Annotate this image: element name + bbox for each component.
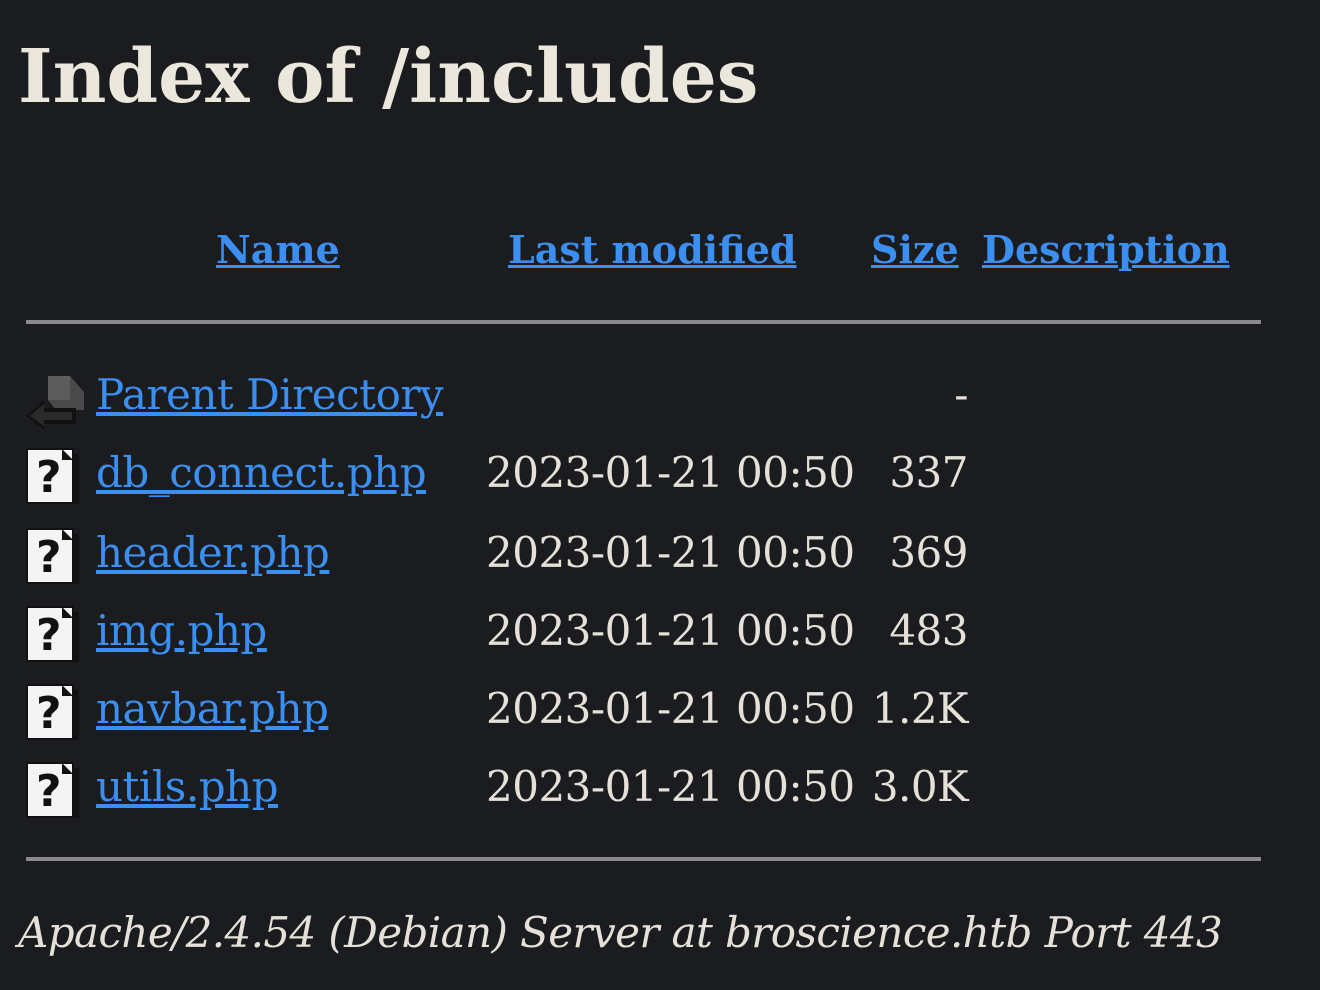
sort-by-description-link[interactable]: Description (982, 222, 1230, 278)
svg-text:?: ? (36, 532, 62, 583)
file-size: - (954, 370, 968, 419)
file-link[interactable]: db_connect.php (96, 442, 427, 504)
svg-text:?: ? (36, 452, 62, 503)
header-divider (26, 320, 1261, 324)
unknown-file-icon[interactable]: ? (26, 448, 80, 504)
sort-by-last-modified-link[interactable]: Last modified (508, 222, 796, 278)
table-row: Parent Directory - (0, 358, 1320, 436)
unknown-file-icon[interactable]: ? (26, 684, 80, 740)
page-title: Index of /includes (18, 34, 759, 120)
table-row: ? header.php 2023-01-21 00:50 369 (0, 516, 1320, 594)
file-size: 3.0K (871, 762, 969, 811)
last-modified: 2023-01-21 00:50 (486, 448, 855, 497)
table-row: ? db_connect.php 2023-01-21 00:50 337 (0, 436, 1320, 514)
sort-by-size-link[interactable]: Size (871, 222, 959, 278)
svg-text:?: ? (36, 766, 62, 817)
last-modified: 2023-01-21 00:50 (486, 684, 855, 733)
file-size: 1.2K (871, 684, 969, 733)
file-link[interactable]: navbar.php (96, 678, 329, 740)
sort-by-name-link[interactable]: Name (216, 222, 340, 278)
unknown-file-icon[interactable]: ? (26, 528, 80, 584)
file-link[interactable]: utils.php (96, 756, 279, 818)
last-modified: 2023-01-21 00:50 (486, 606, 855, 655)
footer-divider (26, 857, 1261, 861)
table-row: ? utils.php 2023-01-21 00:50 3.0K (0, 750, 1320, 828)
file-size: 483 (889, 606, 968, 655)
file-link[interactable]: img.php (96, 600, 267, 662)
table-row: ? navbar.php 2023-01-21 00:50 1.2K (0, 672, 1320, 750)
unknown-file-icon[interactable]: ? (26, 762, 80, 818)
last-modified: 2023-01-21 00:50 (486, 528, 855, 577)
file-size: 369 (889, 528, 968, 577)
server-signature: Apache/2.4.54 (Debian) Server at broscie… (18, 908, 1223, 957)
parent-directory-icon[interactable] (26, 370, 84, 430)
last-modified: 2023-01-21 00:50 (486, 762, 855, 811)
table-row: ? img.php 2023-01-21 00:50 483 (0, 594, 1320, 672)
svg-text:?: ? (36, 688, 62, 739)
file-link[interactable]: header.php (96, 522, 330, 584)
unknown-file-icon[interactable]: ? (26, 606, 80, 662)
svg-text:?: ? (36, 610, 62, 661)
file-size: 337 (889, 448, 968, 497)
file-link[interactable]: Parent Directory (96, 364, 444, 426)
